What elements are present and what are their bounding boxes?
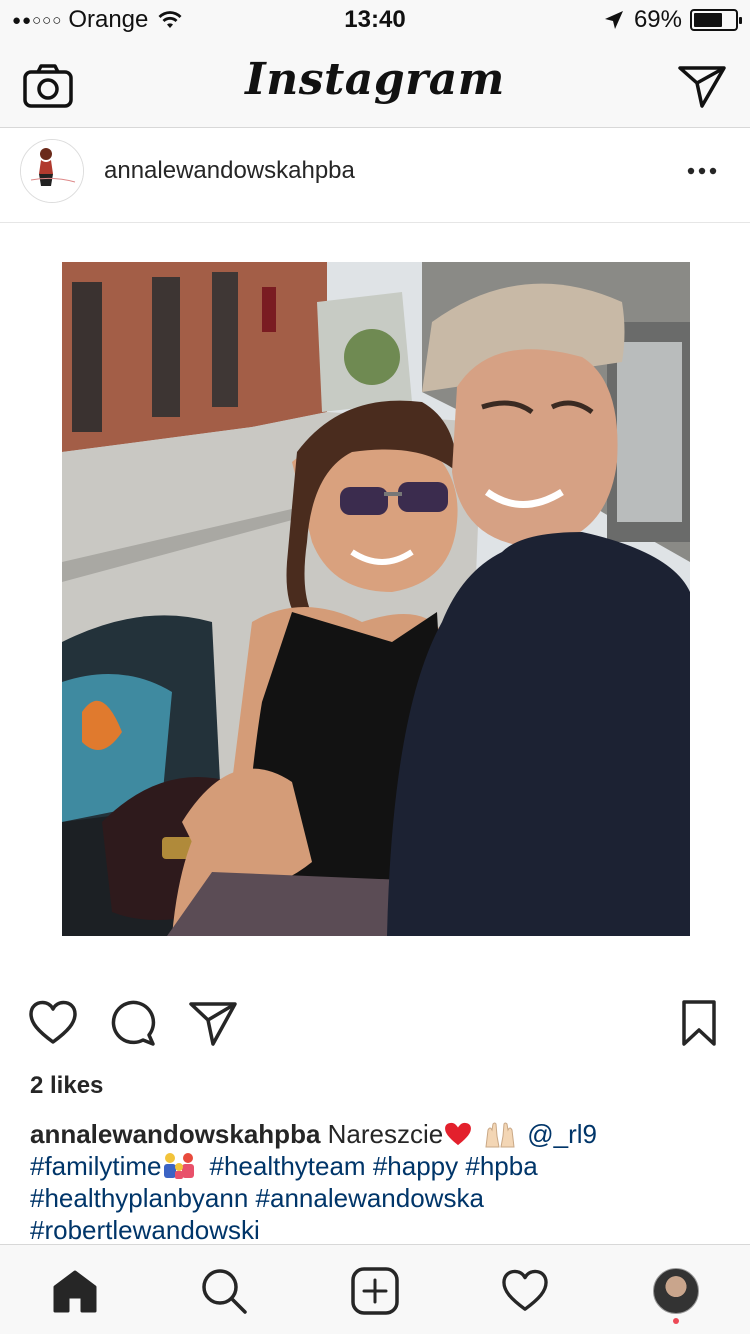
caption-username[interactable]: annalewandowskahpba xyxy=(30,1119,320,1149)
photo-illustration xyxy=(62,262,690,936)
post-header: annalewandowskahpba xyxy=(0,129,750,223)
hashtag-robertlewandowski[interactable]: #robertlewandowski xyxy=(30,1215,260,1244)
heart-icon xyxy=(502,1269,548,1311)
caption-mention[interactable]: @_rl9 xyxy=(527,1119,597,1149)
paper-plane-icon xyxy=(678,66,726,108)
tab-profile[interactable] xyxy=(650,1265,702,1317)
more-dots-icon xyxy=(687,167,717,175)
status-right: 69% xyxy=(604,6,742,34)
battery-percent: 69% xyxy=(633,6,682,33)
comment-button[interactable] xyxy=(106,996,160,1050)
search-icon xyxy=(202,1269,247,1314)
status-bar: ●●○○○ Orange 13:40 69% xyxy=(0,0,750,40)
save-button[interactable] xyxy=(672,996,726,1050)
battery-icon xyxy=(690,9,742,31)
post-author-avatar[interactable] xyxy=(20,139,84,203)
caption-text: Nareszcie xyxy=(327,1119,444,1149)
profile-avatar xyxy=(653,1268,699,1314)
location-arrow-icon xyxy=(604,11,623,29)
hashtag-hpba[interactable]: #hpba xyxy=(465,1151,537,1181)
battery-level xyxy=(694,13,722,27)
comment-icon xyxy=(111,1000,156,1046)
app-header: Instagram xyxy=(0,40,750,128)
tab-activity[interactable] xyxy=(499,1265,551,1317)
app-logo: Instagram xyxy=(245,54,505,105)
paper-plane-icon xyxy=(189,1002,237,1046)
like-button[interactable] xyxy=(26,996,80,1050)
post-photo[interactable] xyxy=(62,262,690,936)
hashtag-annalewandowska[interactable]: #annalewandowska xyxy=(256,1183,484,1213)
heart-icon xyxy=(29,1000,77,1044)
tab-home[interactable] xyxy=(49,1265,101,1317)
bottom-tab-bar xyxy=(0,1244,750,1334)
profile-notification-dot xyxy=(673,1318,679,1324)
likes-count[interactable]: 2 likes xyxy=(30,1072,103,1100)
hashtag-familytime[interactable]: #familytime xyxy=(30,1151,161,1181)
share-button[interactable] xyxy=(186,996,240,1050)
raised-hands-emoji-icon xyxy=(485,1122,515,1148)
post-caption: annalewandowskahpba Nareszcie @_rl9 #fami… xyxy=(30,1118,730,1244)
direct-messages-button[interactable] xyxy=(676,60,728,112)
more-options-button[interactable] xyxy=(682,151,722,191)
hashtag-healthyteam[interactable]: #healthyteam xyxy=(209,1151,365,1181)
red-heart-emoji-icon xyxy=(445,1122,472,1146)
bookmark-icon xyxy=(682,1000,716,1046)
family-emoji-icon xyxy=(164,1153,195,1179)
hashtag-happy[interactable]: #happy xyxy=(373,1151,458,1181)
tab-search[interactable] xyxy=(198,1265,250,1317)
tab-new-post[interactable] xyxy=(349,1265,401,1317)
home-icon xyxy=(53,1270,97,1313)
hashtag-healthyplanbyann[interactable]: #healthyplanbyann xyxy=(30,1183,248,1213)
post-actions xyxy=(0,996,750,1052)
add-icon xyxy=(351,1267,399,1315)
avatar-illustration xyxy=(21,140,83,202)
post-author-username[interactable]: annalewandowskahpba xyxy=(104,157,355,185)
